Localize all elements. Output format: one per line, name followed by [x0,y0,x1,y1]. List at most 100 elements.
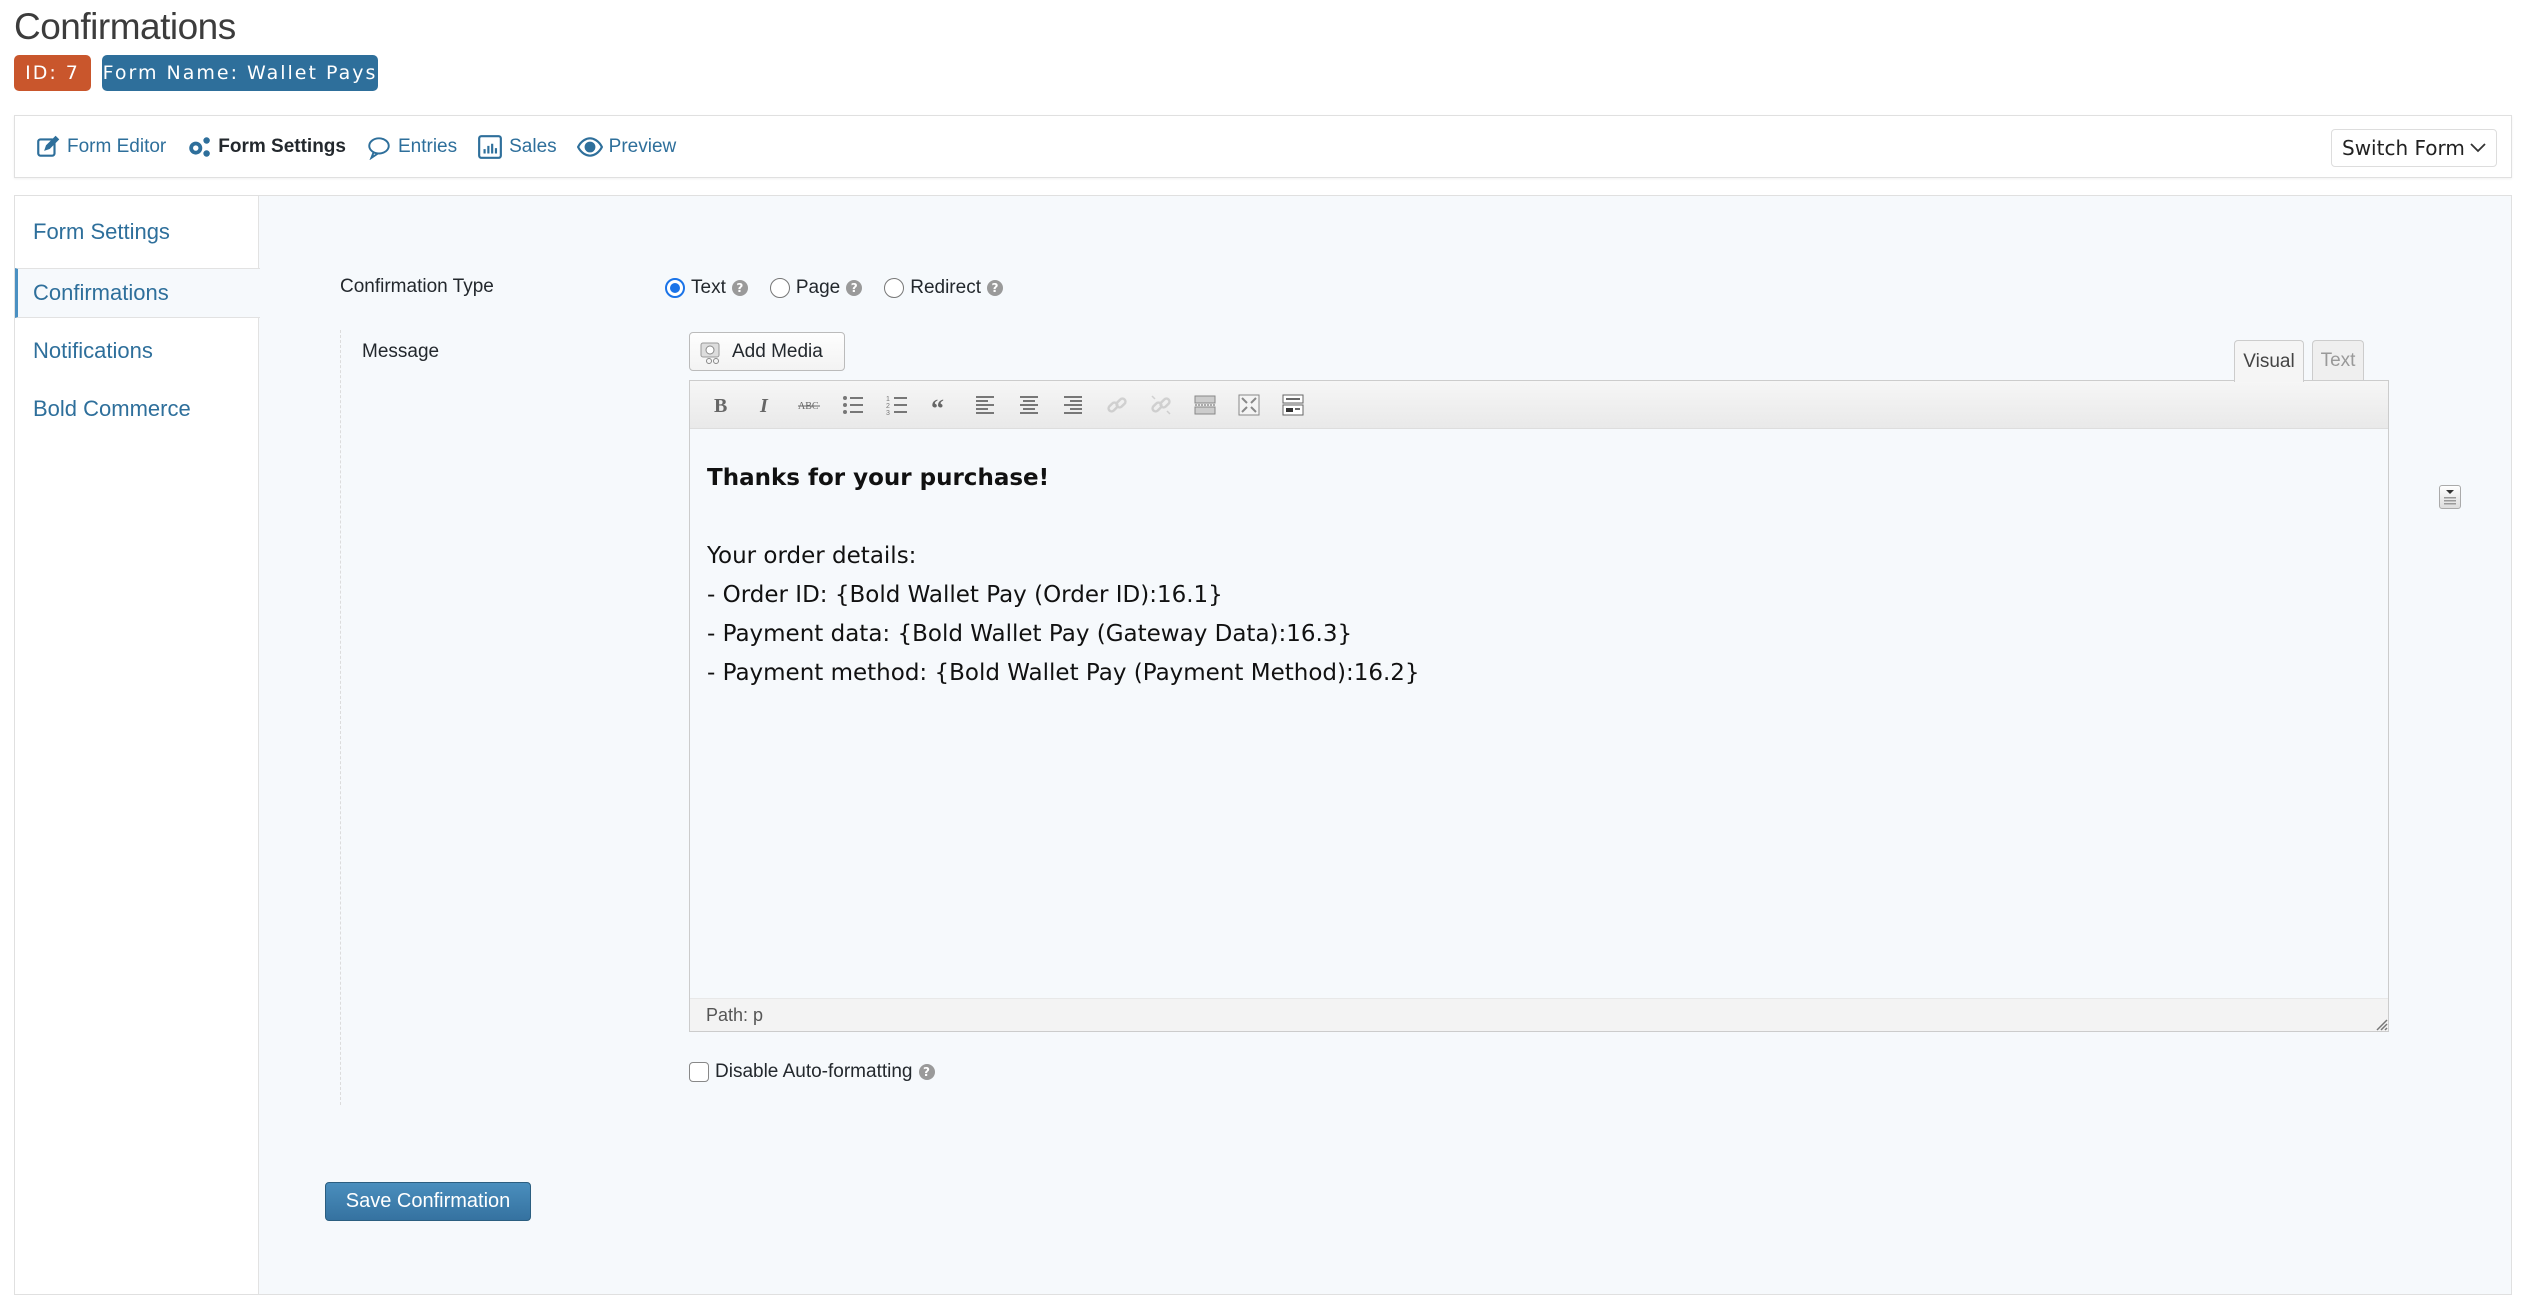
strikethrough-button[interactable]: ABC [792,388,826,422]
editor-path-bar: Path: p [690,998,2388,1031]
sidebar-item-notifications[interactable]: Notifications [15,326,259,376]
nav-form-editor[interactable]: Form Editor [35,134,166,160]
bar-chart-icon [478,134,503,159]
strikethrough-icon: ABC [798,401,820,412]
remove-link-button[interactable] [1144,388,1178,422]
nav-sales-label: Sales [509,135,557,157]
gears-icon [189,136,211,157]
align-right-button[interactable] [1056,388,1090,422]
editor-toolbar: B I ABC 123 “ [690,381,2388,429]
radio-option-page[interactable]: Page ? [769,277,863,299]
settings-sidebar: Form Settings Confirmations Notification… [15,196,260,1294]
toolbar-toggle-button[interactable] [1276,388,1310,422]
radio-option-redirect[interactable]: Redirect ? [884,277,1003,299]
help-icon[interactable]: ? [918,1064,935,1080]
radio-text-label: Text [691,277,726,298]
message-line: - Payment method: {Bold Wallet Pay (Paym… [707,660,1420,686]
toolbar-toggle-icon [1282,394,1304,415]
message-editor[interactable]: B I ABC 123 “ Thanks for your purchase! … [689,380,2389,1032]
numbered-list-icon: 123 [886,396,907,417]
switch-form-label: Switch Form [2342,136,2465,160]
align-left-button[interactable] [968,388,1002,422]
sidebar-item-label: Confirmations [33,280,169,305]
form-name-badge: Form Name: Wallet Pays [102,55,378,91]
radio-redirect[interactable] [884,278,905,298]
radio-option-text[interactable]: Text ? [665,277,748,299]
sidebar-item-label: Bold Commerce [33,396,191,421]
confirmation-type-label: Confirmation Type [340,276,494,297]
editor-path: Path: p [706,1004,764,1025]
unlink-icon [1151,394,1171,415]
nav-entries-label: Entries [397,135,458,157]
message-heading: Thanks for your purchase! [707,465,1050,491]
blockquote-icon: “ [931,394,944,417]
disable-autoformat-checkbox[interactable] [689,1062,709,1082]
bulleted-list-button[interactable] [836,388,870,422]
message-line: - Order ID: {Bold Wallet Pay (Order ID):… [707,582,1223,608]
resize-handle-icon[interactable] [2372,1015,2388,1031]
svg-text:I: I [759,395,769,417]
svg-text:3: 3 [886,410,890,417]
confirmation-type-radio-group: Text ? Page ? Redirect ? [665,277,1003,299]
disable-autoformat-label: Disable Auto-formatting [715,1061,913,1082]
svg-text:1: 1 [886,396,890,403]
speech-bubble-icon [368,136,390,160]
help-icon[interactable]: ? [846,280,863,296]
nav-preview[interactable]: Preview [576,134,677,160]
add-media-label: Add Media [732,340,823,362]
merge-tag-icon[interactable] [2439,485,2461,509]
link-icon [1107,396,1127,413]
numbered-list-button[interactable]: 123 [880,388,914,422]
bold-button[interactable]: B [704,388,738,422]
fullscreen-icon [1238,394,1260,415]
form-nav: Form Editor Form Settings Entries Sales … [35,116,676,177]
bold-icon: B [714,395,727,417]
radio-page[interactable] [769,278,790,298]
nav-entries[interactable]: Entries [366,134,457,160]
form-toolbar: Form Editor Form Settings Entries Sales … [14,115,2512,178]
disable-autoformat-option[interactable]: Disable Auto-formatting ? [689,1061,935,1083]
fullscreen-button[interactable] [1232,388,1266,422]
svg-text:2: 2 [886,403,890,410]
sidebar-item-label: Notifications [33,338,153,363]
message-label: Message [362,341,440,362]
sidebar-item-label: Form Settings [33,219,170,244]
help-icon[interactable]: ? [731,280,748,296]
sidebar-item-form-settings[interactable]: Form Settings [15,196,259,268]
media-icon [700,342,720,364]
eye-icon [576,136,603,157]
sidebar-item-confirmations[interactable]: Confirmations [15,268,260,318]
nav-form-editor-label: Form Editor [67,135,167,157]
italic-icon: I [759,395,769,417]
nav-sales[interactable]: Sales [477,134,557,160]
switch-form-dropdown[interactable]: Switch Form [2331,129,2497,167]
svg-text:B: B [714,395,727,417]
radio-text[interactable] [665,278,685,298]
message-line: - Payment data: {Bold Wallet Pay (Gatewa… [707,621,1353,647]
tab-text[interactable]: Text [2312,340,2364,381]
radio-redirect-label: Redirect [910,277,981,298]
form-id-badge: ID: 7 [14,55,91,91]
sidebar-item-bold-commerce[interactable]: Bold Commerce [15,384,259,434]
pencil-square-icon [37,135,60,157]
nav-form-settings[interactable]: Form Settings [186,134,346,160]
merge-tag-glyph [2444,490,2456,505]
nav-preview-label: Preview [608,135,677,157]
svg-text:“: “ [931,394,944,417]
field-divider [340,330,341,1105]
message-line: Your order details: [707,543,917,569]
editor-content[interactable]: Thanks for your purchase! Your order det… [707,459,2371,693]
align-center-button[interactable] [1012,388,1046,422]
add-media-button[interactable]: Add Media [689,332,845,371]
insert-link-button[interactable] [1100,388,1134,422]
chevron-down-icon [2470,143,2486,153]
blockquote-button[interactable]: “ [924,388,958,422]
italic-button[interactable]: I [748,388,782,422]
tab-visual[interactable]: Visual [2234,340,2304,382]
save-confirmation-button[interactable]: Save Confirmation [325,1182,531,1221]
nav-form-settings-label: Form Settings [218,135,346,157]
help-icon[interactable]: ? [986,280,1003,296]
align-center-icon [1020,395,1038,414]
page-title: Confirmations [14,6,236,47]
read-more-button[interactable] [1188,388,1222,422]
